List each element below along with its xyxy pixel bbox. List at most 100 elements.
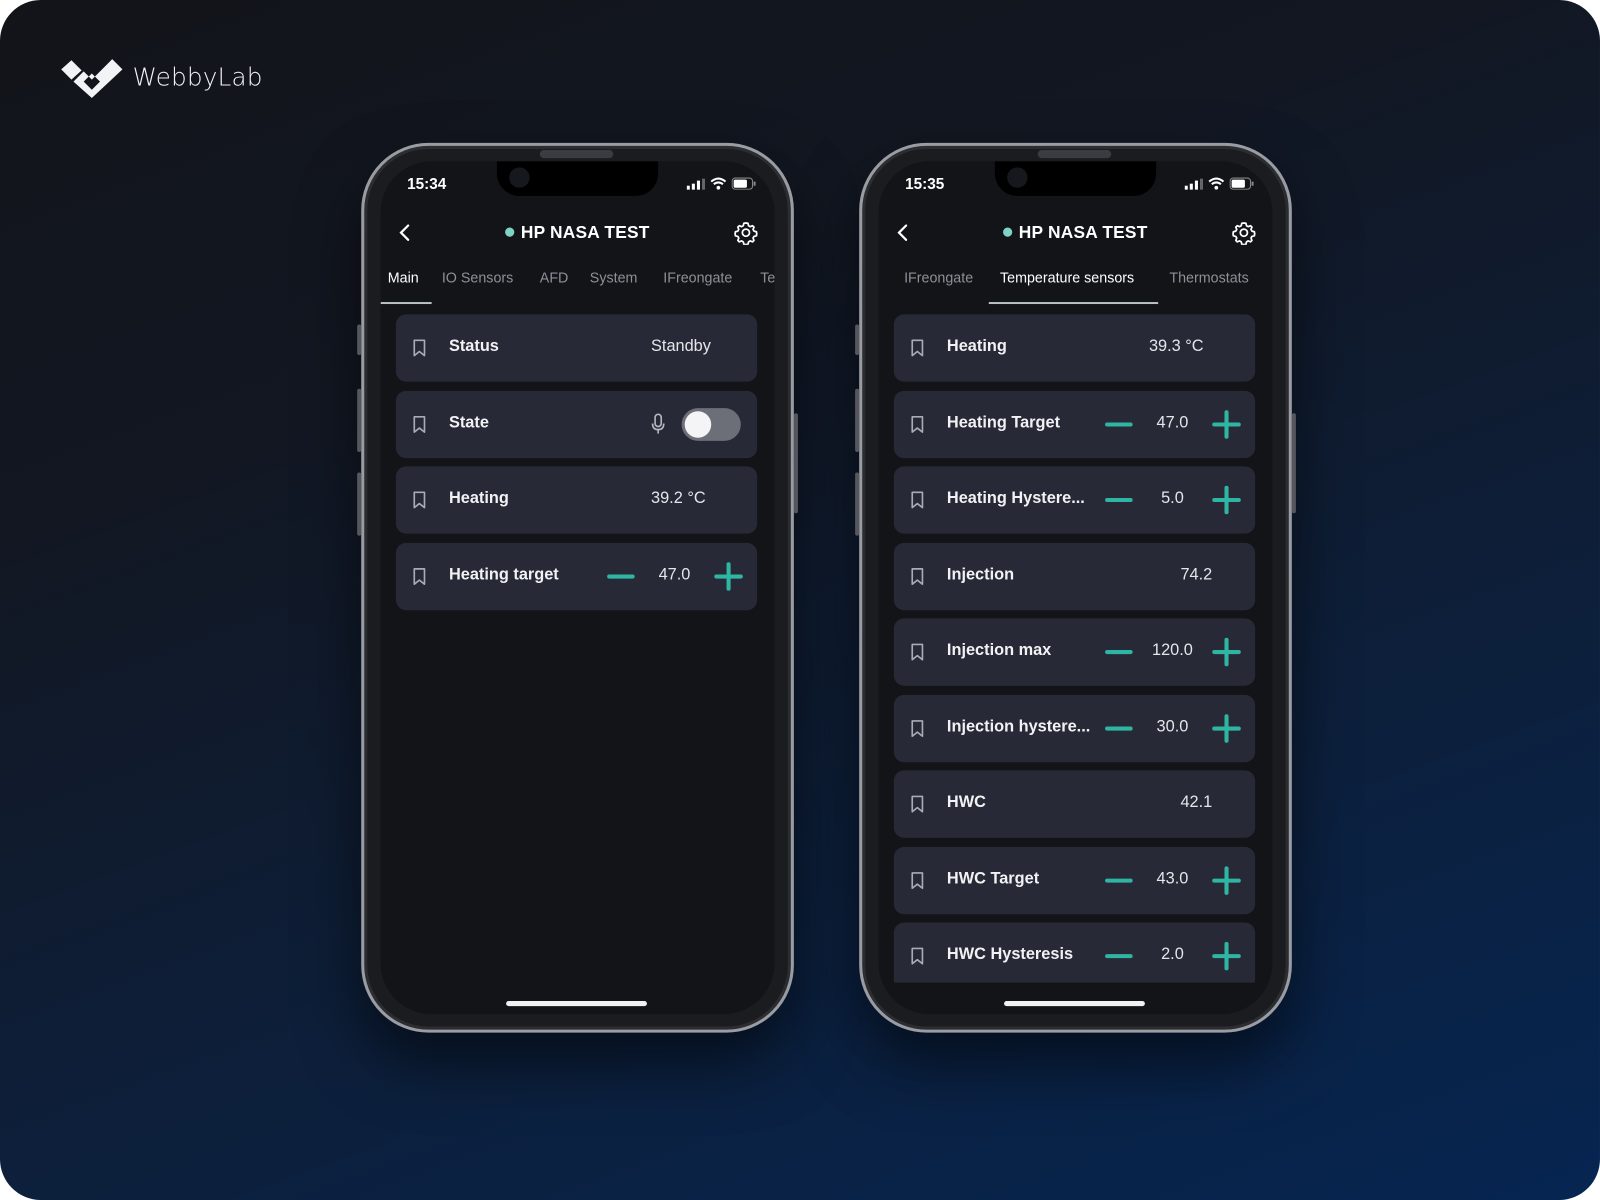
parameter-list[interactable]: Status Standby State Heating 39.2 °C Heati… bbox=[381, 314, 775, 982]
bookmark-icon[interactable] bbox=[910, 795, 924, 813]
signal-icon bbox=[686, 178, 706, 190]
parameter-label: Status bbox=[448, 337, 499, 356]
parameter-label: State bbox=[448, 413, 489, 432]
decrement-minus-icon[interactable] bbox=[1105, 497, 1133, 503]
device-title: HP NASA TEST bbox=[879, 222, 1273, 242]
device-title-text: HP NASA TEST bbox=[520, 222, 650, 242]
wifi-icon bbox=[710, 177, 727, 190]
bookmark-icon[interactable] bbox=[412, 567, 426, 585]
decrement-minus-icon[interactable] bbox=[1105, 649, 1133, 655]
bookmark-icon[interactable] bbox=[910, 415, 924, 433]
parameter-label: Heating Target bbox=[946, 413, 1061, 432]
notch bbox=[496, 161, 659, 196]
increment-plus-icon[interactable] bbox=[1212, 637, 1241, 667]
home-indicator[interactable] bbox=[1004, 1001, 1145, 1007]
bookmark-icon[interactable] bbox=[910, 719, 924, 737]
status-time: 15:34 bbox=[407, 175, 447, 193]
online-status-dot bbox=[1003, 227, 1013, 237]
bookmark-icon[interactable] bbox=[910, 947, 924, 965]
parameter-value: 47.0 bbox=[658, 565, 691, 584]
parameter-value: 43.0 bbox=[1156, 869, 1189, 888]
parameter-value: 74.2 bbox=[1180, 565, 1213, 584]
parameter-label: Injection bbox=[946, 565, 1015, 584]
settings-gear-icon[interactable] bbox=[1232, 220, 1256, 245]
increment-plus-icon[interactable] bbox=[1212, 941, 1241, 971]
bookmark-icon[interactable] bbox=[412, 491, 426, 509]
tab-thermostats[interactable]: Thermostats bbox=[1169, 269, 1248, 285]
decrement-minus-icon[interactable] bbox=[1105, 878, 1133, 883]
parameter-row: HWC 42.1 bbox=[893, 770, 1256, 838]
tab-ifreongate[interactable]: IFreongate bbox=[904, 269, 973, 285]
parameter-value: 47.0 bbox=[1156, 413, 1189, 432]
speaker bbox=[1037, 149, 1112, 159]
device-title-text: HP NASA TEST bbox=[1018, 222, 1148, 242]
parameter-list[interactable]: Heating 39.3 °C Heating Target 47.0 Heati… bbox=[879, 314, 1273, 983]
active-tab-underline bbox=[988, 302, 1159, 305]
parameter-row: Injection hystere... 30.0 bbox=[893, 694, 1256, 762]
wifi-icon bbox=[1208, 177, 1225, 190]
decrement-minus-icon[interactable] bbox=[607, 573, 635, 579]
parameter-label: HWC bbox=[946, 793, 986, 812]
increment-plus-icon[interactable] bbox=[1212, 865, 1241, 895]
bookmark-icon[interactable] bbox=[412, 415, 426, 433]
parameter-row: Injection 74.2 bbox=[893, 542, 1256, 610]
parameter-row: HWC Hysteresis 2.0 bbox=[893, 922, 1256, 983]
screen: 15:35 HP NASA TEST nIFreongateTemperatur… bbox=[878, 161, 1273, 1015]
speaker bbox=[539, 149, 614, 159]
power-button bbox=[793, 413, 798, 514]
increment-plus-icon[interactable] bbox=[1212, 485, 1241, 515]
online-status-dot bbox=[505, 227, 515, 237]
screen: 15:34 HP NASA TEST Main IO Sensors AFD Syst… bbox=[380, 161, 775, 1015]
status-icons bbox=[1184, 177, 1254, 190]
parameter-value: 2.0 bbox=[1161, 945, 1184, 964]
decrement-minus-icon[interactable] bbox=[1105, 726, 1133, 731]
app-header: HP NASA TEST bbox=[879, 214, 1273, 251]
phone-temperature-sensors: 15:35 HP NASA TEST nIFreongateTemperatur… bbox=[855, 142, 1296, 1033]
tab-ifreongate[interactable]: IFreongate bbox=[663, 269, 732, 285]
tab-temperature-sensors[interactable]: Temperature sensors bbox=[1000, 269, 1134, 285]
tab-io-sensors[interactable]: IO Sensors bbox=[442, 269, 513, 285]
settings-gear-icon[interactable] bbox=[734, 220, 758, 245]
parameter-label: HWC Target bbox=[946, 869, 1040, 888]
parameter-row: Status Standby bbox=[395, 314, 758, 382]
bookmark-icon[interactable] bbox=[910, 491, 924, 509]
background-panel: WebbyLab 15:34 HP NASA TEST Main IO Senso… bbox=[0, 0, 1600, 1200]
status-time: 15:35 bbox=[905, 175, 945, 193]
bookmark-icon[interactable] bbox=[910, 339, 924, 357]
increment-plus-icon[interactable] bbox=[1212, 409, 1241, 439]
tab-te[interactable]: Te bbox=[760, 269, 774, 285]
battery-icon bbox=[731, 177, 756, 190]
state-toggle[interactable] bbox=[681, 407, 741, 441]
bookmark-icon[interactable] bbox=[910, 567, 924, 585]
parameter-value: 42.1 bbox=[1180, 793, 1213, 812]
decrement-minus-icon[interactable] bbox=[1105, 954, 1133, 959]
parameter-value: 120.0 bbox=[1152, 641, 1193, 660]
device-title: HP NASA TEST bbox=[381, 222, 775, 242]
tab-bar: nIFreongateTemperature sensorsThermostat… bbox=[879, 263, 1273, 305]
side-button bbox=[855, 324, 860, 356]
side-button bbox=[357, 388, 362, 453]
app-header: HP NASA TEST bbox=[381, 214, 775, 251]
parameter-row: State bbox=[395, 390, 758, 458]
phone-main: 15:34 HP NASA TEST Main IO Sensors AFD Syst… bbox=[357, 142, 798, 1033]
parameter-row: Heating 39.3 °C bbox=[893, 314, 1256, 382]
parameter-row: Heating Target 47.0 bbox=[893, 390, 1256, 458]
notch bbox=[994, 161, 1157, 196]
bookmark-icon[interactable] bbox=[910, 871, 924, 889]
increment-plus-icon[interactable] bbox=[714, 561, 743, 591]
increment-plus-icon[interactable] bbox=[1212, 713, 1241, 743]
bookmark-icon[interactable] bbox=[412, 339, 426, 357]
tab-main[interactable]: Main bbox=[388, 269, 419, 285]
side-button bbox=[357, 324, 362, 356]
brand-name: WebbyLab bbox=[132, 63, 263, 92]
home-indicator[interactable] bbox=[506, 1001, 647, 1007]
tab-afd[interactable]: AFD bbox=[540, 269, 569, 285]
tab-system[interactable]: System bbox=[590, 269, 638, 285]
parameter-value: 39.3 °C bbox=[1148, 337, 1204, 356]
parameter-label: Heating bbox=[448, 489, 509, 508]
bookmark-icon[interactable] bbox=[910, 643, 924, 661]
parameter-value: Standby bbox=[651, 337, 711, 356]
decrement-minus-icon[interactable] bbox=[1105, 421, 1133, 427]
microphone-icon[interactable] bbox=[651, 412, 665, 435]
parameter-row: Heating 39.2 °C bbox=[395, 466, 758, 534]
